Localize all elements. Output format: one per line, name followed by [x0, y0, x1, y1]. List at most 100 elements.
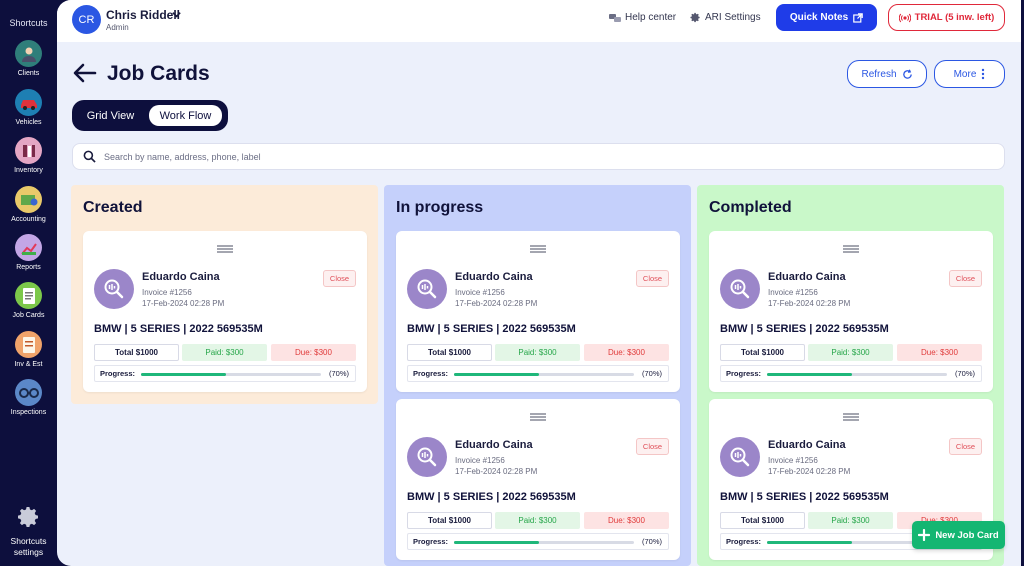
main-content: CR Chris Riddell Admin Help center ARI S… — [57, 0, 1021, 566]
invoice-date: 17-Feb-2024 02:28 PM — [768, 467, 851, 476]
sidebar-item-label: Reports — [16, 264, 41, 271]
job-cards-icon — [15, 282, 42, 309]
close-button[interactable]: Close — [949, 438, 982, 455]
drag-handle-icon[interactable] — [216, 245, 234, 253]
job-search-icon — [417, 279, 437, 299]
job-avatar — [407, 269, 447, 309]
help-center-label: Help center — [625, 12, 677, 23]
progress-row: Progress: (70%) — [407, 533, 669, 550]
progress-track — [141, 373, 321, 376]
user-role: Admin — [106, 23, 129, 32]
search-input[interactable] — [104, 151, 1004, 162]
invoice-date: 17-Feb-2024 02:28 PM — [455, 467, 538, 476]
due-badge: Due: $300 — [897, 344, 982, 361]
reports-icon — [15, 234, 42, 261]
job-avatar — [720, 437, 760, 477]
shortcuts-settings[interactable]: Shortcuts settings — [0, 505, 57, 558]
view-toggle: Grid View Work Flow — [72, 100, 228, 131]
sidebar-item-label: Inv & Est — [14, 361, 43, 368]
sidebar-item-job-cards[interactable]: Job Cards — [0, 282, 57, 319]
gear-icon — [690, 12, 700, 23]
progress-row: Progress: (70%) — [720, 365, 982, 382]
search-bar — [72, 143, 1005, 170]
plus-icon — [918, 529, 931, 541]
back-arrow-icon[interactable] — [73, 63, 97, 83]
sidebar: Shortcuts Clients Vehicles Inventory Acc… — [0, 0, 57, 566]
total-badge: Total $1000 — [407, 512, 492, 529]
sidebar-item-label: Vehicles — [15, 119, 42, 126]
sidebar-item-label: Clients — [17, 70, 40, 77]
sidebar-item-reports[interactable]: Reports — [0, 234, 57, 271]
clients-icon — [15, 40, 42, 67]
progress-percent: (70%) — [954, 369, 975, 378]
job-card[interactable]: Eduardo Caina Invoice #1256 17-Feb-2024 … — [709, 231, 993, 392]
work-flow-tab[interactable]: Work Flow — [149, 105, 222, 126]
avatar[interactable]: CR — [72, 5, 101, 34]
drag-handle-icon[interactable] — [842, 245, 860, 253]
progress-percent: (70%) — [641, 537, 662, 546]
invoice-date: 17-Feb-2024 02:28 PM — [455, 299, 538, 308]
accounting-icon — [15, 186, 42, 213]
close-button[interactable]: Close — [636, 270, 669, 287]
job-card[interactable]: Eduardo Caina Invoice #1256 17-Feb-2024 … — [396, 231, 680, 392]
sidebar-item-vehicles[interactable]: Vehicles — [0, 89, 57, 126]
chevron-down-icon[interactable] — [171, 9, 182, 20]
customer-name: Eduardo Caina — [455, 271, 533, 283]
progress-percent: (70%) — [641, 369, 662, 378]
close-button[interactable]: Close — [323, 270, 356, 287]
drag-handle-icon[interactable] — [529, 413, 547, 421]
sidebar-item-inspections[interactable]: Inspections — [0, 379, 57, 416]
invoice-estimate-icon — [15, 331, 42, 358]
sidebar-item-inventory[interactable]: Inventory — [0, 137, 57, 174]
invoice-number: Invoice #1256 — [455, 288, 505, 297]
inspections-icon — [15, 379, 42, 406]
paid-badge: Paid: $300 — [808, 344, 893, 361]
job-card[interactable]: Eduardo Caina Invoice #1256 17-Feb-2024 … — [396, 399, 680, 560]
ari-settings-link[interactable]: ARI Settings — [690, 12, 761, 23]
job-avatar — [94, 269, 134, 309]
new-job-card-button[interactable]: New Job Card — [912, 521, 1005, 549]
user-name[interactable]: Chris Riddell — [106, 8, 180, 22]
customer-name: Eduardo Caina — [142, 271, 220, 283]
trial-button[interactable]: TRIAL (5 inw. left) — [888, 4, 1005, 31]
sidebar-item-label: Accounting — [11, 216, 46, 223]
progress-label: Progress: — [413, 537, 449, 546]
job-card[interactable]: Eduardo Caina Invoice #1256 17-Feb-2024 … — [83, 231, 367, 392]
more-label: More — [953, 68, 977, 80]
job-search-icon — [104, 279, 124, 299]
sidebar-item-clients[interactable]: Clients — [0, 40, 57, 77]
progress-label: Progress: — [726, 369, 762, 378]
quick-notes-button[interactable]: Quick Notes — [776, 4, 877, 31]
refresh-button[interactable]: Refresh — [847, 60, 927, 88]
invoice-number: Invoice #1256 — [455, 456, 505, 465]
job-search-icon — [730, 447, 750, 467]
customer-name: Eduardo Caina — [455, 439, 533, 451]
vehicle-info: BMW | 5 SERIES | 2022 569535M — [720, 491, 889, 503]
help-center-link[interactable]: Help center — [609, 12, 676, 23]
drag-handle-icon[interactable] — [529, 245, 547, 253]
column-title: Created — [83, 199, 143, 216]
search-icon — [83, 150, 96, 163]
broadcast-icon — [898, 13, 911, 22]
progress-label: Progress: — [413, 369, 449, 378]
paid-badge: Paid: $300 — [808, 512, 893, 529]
due-badge: Due: $300 — [584, 512, 669, 529]
close-button[interactable]: Close — [949, 270, 982, 287]
job-search-icon — [417, 447, 437, 467]
drag-handle-icon[interactable] — [842, 413, 860, 421]
vehicle-info: BMW | 5 SERIES | 2022 569535M — [720, 323, 889, 335]
column-completed: Completed Eduardo Caina Invoice #1256 17… — [697, 185, 1004, 566]
invoice-number: Invoice #1256 — [142, 288, 192, 297]
sidebar-item-inv-est[interactable]: Inv & Est — [0, 331, 57, 368]
column-title: In progress — [396, 199, 484, 216]
sidebar-item-label: Inspections — [10, 409, 47, 416]
grid-view-tab[interactable]: Grid View — [77, 105, 144, 126]
trial-label: TRIAL (5 inw. left) — [914, 12, 995, 23]
customer-name: Eduardo Caina — [768, 439, 846, 451]
settings-label-1: Shortcuts — [10, 536, 47, 546]
more-button[interactable]: More — [934, 60, 1005, 88]
external-link-icon — [853, 12, 863, 23]
total-badge: Total $1000 — [720, 512, 805, 529]
close-button[interactable]: Close — [636, 438, 669, 455]
sidebar-item-accounting[interactable]: Accounting — [0, 186, 57, 223]
